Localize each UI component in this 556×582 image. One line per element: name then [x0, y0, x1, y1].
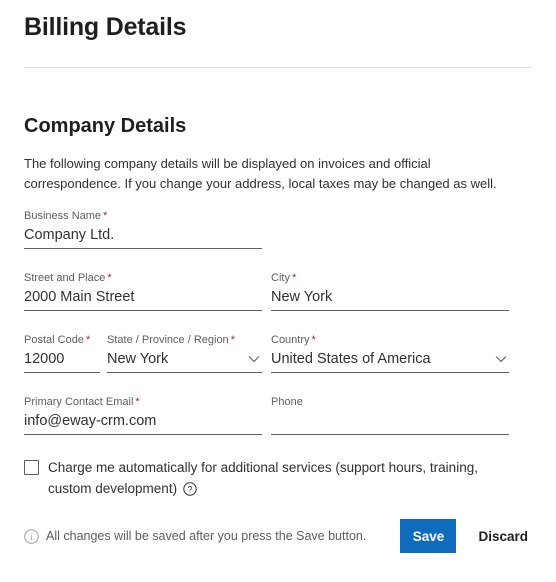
street-and-place-value: 2000 Main Street [24, 289, 135, 305]
phone-label: Phone [271, 396, 303, 408]
required-asterisk: * [291, 272, 297, 284]
footer-note: i All changes will be saved after you pr… [24, 528, 400, 544]
primary-contact-email-input[interactable]: info@eway-crm.com [24, 409, 262, 435]
required-asterisk: * [85, 334, 91, 346]
primary-contact-email-value: info@eway-crm.com [24, 413, 157, 429]
business-name-input[interactable]: Company Ltd. [24, 223, 262, 249]
street-and-place-label: Street and Place * [24, 272, 112, 284]
chevron-down-icon[interactable] [248, 353, 260, 365]
page-title: Billing Details [24, 13, 187, 41]
auto-charge-checkbox[interactable] [24, 460, 39, 475]
discard-button[interactable]: Discard [478, 529, 532, 544]
svg-text:i: i [30, 533, 33, 543]
required-asterisk: * [135, 396, 140, 408]
state-province-region-value: New York [107, 351, 169, 367]
required-asterisk: * [103, 210, 108, 222]
field-country: Country * United States of America [271, 333, 509, 373]
country-dropdown[interactable]: United States of America [271, 347, 509, 373]
country-value: United States of America [271, 351, 431, 367]
chevron-down-icon[interactable] [495, 353, 507, 365]
city-input[interactable]: New York [271, 285, 509, 311]
auto-charge-label: Charge me automatically for additional s… [48, 460, 478, 496]
field-postal-code: Postal Code * 12000 [24, 333, 100, 373]
required-asterisk: * [107, 272, 112, 284]
postal-code-value: 12000 [24, 351, 65, 367]
country-label: Country * [271, 334, 316, 346]
field-primary-contact-email: Primary Contact Email * info@eway-crm.com [24, 395, 262, 435]
help-circle-icon[interactable]: ? [183, 482, 197, 496]
field-business-name: Business Name * Company Ltd. [24, 209, 262, 249]
business-name-label: Business Name * [24, 210, 108, 222]
business-name-value: Company Ltd. [24, 227, 115, 243]
state-province-region-dropdown[interactable]: New York [107, 347, 262, 373]
auto-charge-checkbox-row[interactable]: Charge me automatically for additional s… [24, 457, 514, 499]
field-street-and-place: Street and Place * 2000 Main Street [24, 271, 262, 311]
billing-details-page: Billing Details Company Details The foll… [0, 0, 556, 582]
footer-note-text: All changes will be saved after you pres… [46, 529, 367, 543]
postal-code-label: Postal Code * [24, 334, 91, 346]
save-button[interactable]: Save [400, 519, 457, 553]
form-footer: i All changes will be saved after you pr… [24, 519, 532, 553]
field-city: City * New York [271, 271, 509, 311]
field-state-province-region: State / Province / Region * New York [107, 333, 262, 373]
state-province-region-label: State / Province / Region * [107, 334, 235, 346]
primary-contact-email-label: Primary Contact Email * [24, 396, 140, 408]
svg-text:?: ? [188, 484, 193, 494]
phone-input[interactable] [271, 409, 509, 435]
city-label: City * [271, 272, 297, 284]
section-description: The following company details will be di… [24, 156, 497, 191]
city-value: New York [271, 289, 333, 305]
postal-code-input[interactable]: 12000 [24, 347, 100, 373]
info-circle-icon: i [24, 528, 39, 544]
required-asterisk: * [230, 334, 235, 346]
section-title-company-details: Company Details [24, 115, 187, 137]
field-phone: Phone [271, 395, 509, 435]
required-asterisk: * [311, 334, 316, 346]
street-and-place-input[interactable]: 2000 Main Street [24, 285, 262, 311]
header-divider [24, 67, 532, 68]
